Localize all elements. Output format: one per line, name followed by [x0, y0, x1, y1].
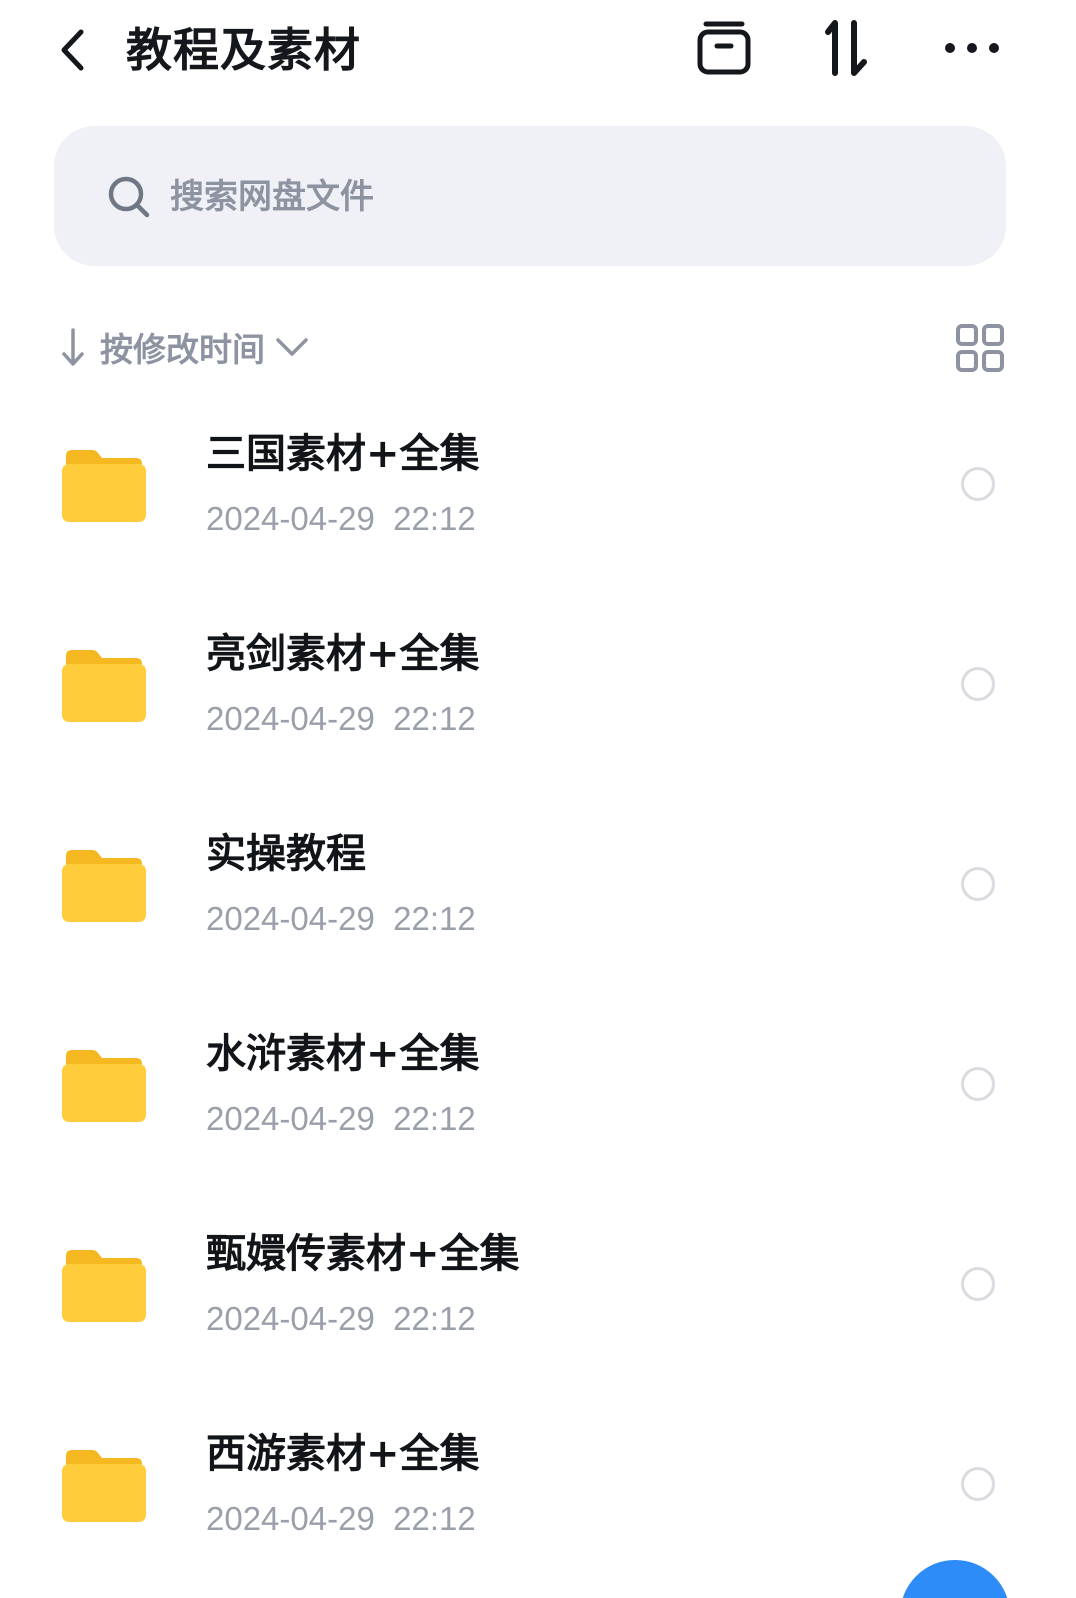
select-checkbox[interactable]: [961, 467, 995, 501]
archive-box-icon: [697, 21, 751, 75]
folder-icon: [62, 1450, 146, 1522]
folder-name: 甄嬛传素材+全集: [206, 1231, 520, 1277]
back-arrow-icon: [61, 29, 84, 71]
select-checkbox[interactable]: [961, 1067, 995, 1101]
list-item[interactable]: 甄嬛传素材+全集 2024-04-29 22:12: [0, 1184, 1076, 1384]
folder-name: 亮剑素材+全集: [206, 631, 480, 677]
select-checkbox[interactable]: [961, 667, 995, 701]
folder-icon: [62, 850, 146, 922]
more-icon: [945, 43, 999, 53]
folder-name: 实操教程: [206, 831, 366, 877]
sort-selector[interactable]: 按修改时间: [58, 318, 309, 376]
list-item[interactable]: 实操教程 2024-04-29 22:12: [0, 784, 1076, 984]
folder-name: 三国素材+全集: [206, 431, 480, 477]
folder-icon: [62, 450, 146, 522]
select-checkbox[interactable]: [961, 1267, 995, 1301]
chevron-down-icon: [275, 330, 309, 364]
modified-time: 2024-04-29 22:12: [206, 900, 476, 937]
modified-time: 2024-04-29 22:12: [206, 500, 476, 537]
list-item[interactable]: 亮剑素材+全集 2024-04-29 22:12: [0, 584, 1076, 784]
search-input[interactable]: [170, 168, 870, 226]
grid-view-icon[interactable]: [954, 322, 1006, 374]
list-item[interactable]: 水浒素材+全集 2024-04-29 22:12: [0, 984, 1076, 1184]
sort-down-arrow-icon: [58, 325, 88, 369]
modified-time: 2024-04-29 22:12: [206, 1500, 476, 1537]
page-title: 教程及素材: [126, 23, 361, 77]
file-list: 三国素材+全集 2024-04-29 22:12 亮剑素材+全集 2024-04…: [0, 384, 1076, 1584]
folder-name: 水浒素材+全集: [206, 1031, 480, 1077]
sort-button[interactable]: [814, 16, 878, 80]
modified-time: 2024-04-29 22:12: [206, 1100, 476, 1137]
select-checkbox[interactable]: [961, 867, 995, 901]
folder-icon: [62, 650, 146, 722]
more-button[interactable]: [940, 16, 1004, 80]
sort-icon: [825, 20, 867, 76]
search-icon: [108, 176, 150, 218]
folder-icon: [62, 1250, 146, 1322]
sort-label: 按修改时间: [100, 330, 265, 369]
list-item[interactable]: 西游素材+全集 2024-04-29 22:12: [0, 1384, 1076, 1584]
list-item[interactable]: 三国素材+全集 2024-04-29 22:12: [0, 384, 1076, 584]
archive-button[interactable]: [692, 16, 756, 80]
select-checkbox[interactable]: [961, 1467, 995, 1501]
back-button[interactable]: [48, 22, 96, 78]
folder-icon: [62, 1050, 146, 1122]
modified-time: 2024-04-29 22:12: [206, 700, 476, 737]
folder-name: 西游素材+全集: [206, 1431, 480, 1477]
top-bar: 教程及素材: [0, 0, 1076, 100]
modified-time: 2024-04-29 22:12: [206, 1300, 476, 1337]
